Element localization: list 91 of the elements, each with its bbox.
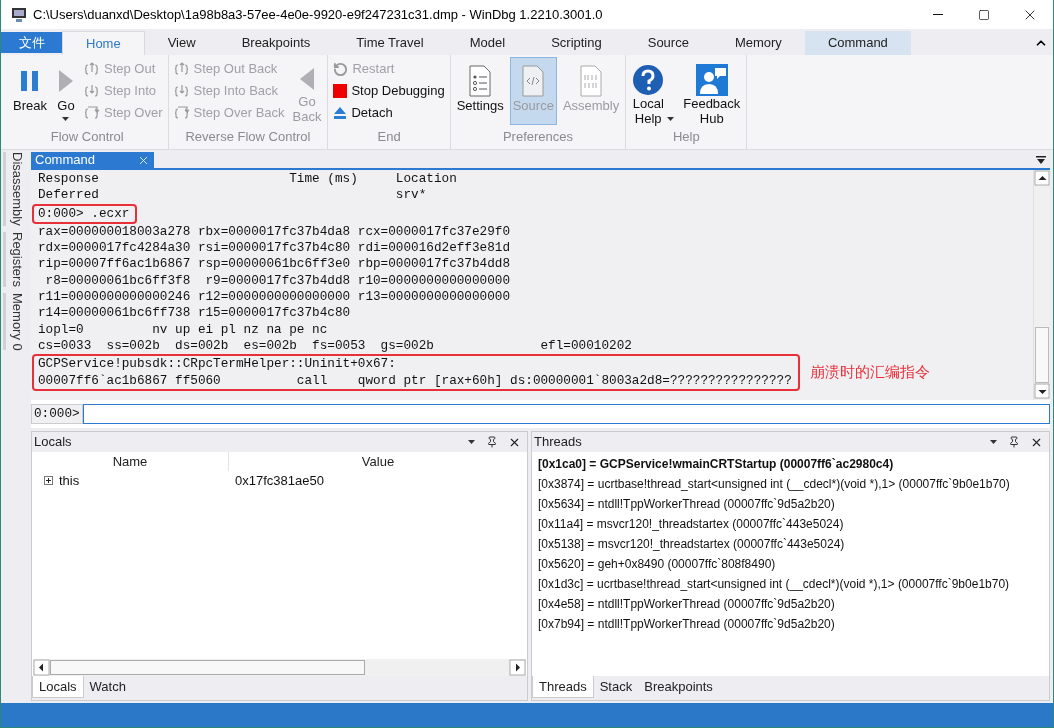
minimize-icon bbox=[933, 14, 943, 15]
step-icon bbox=[83, 83, 100, 99]
output-line: r8=00000061bc6ff3f8 r9=0000017fc37b4dd8 r10=0000000000000000 bbox=[44, 272, 512, 290]
app-icon bbox=[11, 6, 27, 23]
horizontal-scrollbar[interactable] bbox=[33, 659, 526, 676]
settings-document-icon bbox=[468, 65, 493, 97]
ribbon-group-label: Preferences bbox=[501, 128, 574, 146]
pin-icon bbox=[1008, 436, 1020, 448]
pane-title: Threads bbox=[534, 433, 583, 452]
output-line: r11=0000000000000246 r12=0000000000000000 r13=0000000000000000 bbox=[38, 289, 512, 306]
thread-item[interactable]: [0x5138] = msvcr120!_threadstartex (00007ffc`443e5024) bbox=[538, 534, 1049, 554]
ribbon-tab[interactable]: Memory bbox=[711, 31, 805, 55]
step-icon bbox=[173, 61, 190, 77]
pane-tab[interactable]: Locals bbox=[32, 676, 84, 698]
output-line: Deferred srv* bbox=[38, 187, 428, 204]
ribbon-button[interactable]: Go bbox=[52, 57, 79, 125]
column-header[interactable]: Name bbox=[32, 452, 229, 471]
table-cell-text: this bbox=[59, 471, 80, 490]
output-line: iopl=0 nv up ei pl nz na pe nc bbox=[38, 321, 329, 338]
output-line: 0:000> .ecxr bbox=[38, 205, 130, 222]
dropdown-caret-icon bbox=[62, 117, 70, 121]
help-icon bbox=[632, 64, 665, 96]
pause-icon bbox=[19, 69, 41, 93]
stop-icon bbox=[333, 84, 348, 98]
output-line: r14=00000061bc6ff738 r15=0000017fc37b4c80 bbox=[38, 305, 352, 322]
caret-icon bbox=[467, 440, 475, 444]
thread-item[interactable]: [0x1d3c] = ucrtbase!thread_start<unsigned int (__cdecl*)(void *),1> (00007ffc`9b0e1b70) bbox=[538, 574, 1049, 594]
pane-tab[interactable]: Watch bbox=[83, 676, 132, 698]
ribbon-group-label: Reverse Flow Control bbox=[184, 128, 312, 146]
file-tab[interactable]: 文件 bbox=[1, 32, 62, 53]
output-line: Response Time (ms) Location bbox=[38, 171, 458, 188]
ribbon-group-label: Flow Control bbox=[49, 128, 125, 146]
maximize-icon bbox=[978, 8, 990, 21]
ribbon-tab[interactable]: Scripting bbox=[528, 31, 625, 55]
ribbon-group-label: Help bbox=[671, 128, 701, 146]
vertical-scrollbar[interactable] bbox=[1033, 170, 1050, 400]
scroll-thumb[interactable] bbox=[1035, 327, 1049, 383]
pane-list-icon bbox=[1036, 155, 1046, 165]
thread-item[interactable]: [0x5634] = ntdll!TppWorkerThread (00007ffc`9d5a2b20) bbox=[538, 494, 1049, 514]
code-document-icon bbox=[521, 65, 546, 97]
step-icon bbox=[173, 105, 190, 121]
thread-item[interactable]: [0x4e58] = ntdll!TppWorkerThread (00007ffc`9d5a2b20) bbox=[538, 594, 1049, 614]
thread-item[interactable]: [0x1ca0] = GCPService!wmainCRTStartup (00007ff6`ac2980c4) bbox=[538, 454, 1049, 474]
output-line: 00007ff6`ac1b6867 ff5060 call qword ptr [rax+60h] ds:00000001`8003a2d8=???????????????? bbox=[38, 372, 792, 389]
restart-icon bbox=[333, 61, 349, 77]
ribbon-small-button[interactable]: Stop Debugging bbox=[331, 80, 447, 102]
dropdown-caret-icon bbox=[666, 117, 674, 121]
thread-item[interactable]: [0x7b94] = ntdll!TppWorkerThread (00007ffc`9d5a2b20) bbox=[538, 614, 1049, 634]
column-header[interactable]: Value bbox=[229, 452, 527, 471]
ribbon-button[interactable]: Local Help bbox=[629, 57, 678, 125]
step-icon bbox=[83, 105, 100, 121]
caret-icon bbox=[989, 440, 997, 444]
pane-title: Locals bbox=[34, 433, 73, 452]
ribbon-tab[interactable]: Model bbox=[446, 31, 529, 55]
document-tab-label: Command bbox=[35, 151, 96, 170]
command-prompt: 0:000> bbox=[31, 404, 83, 424]
feedback-person-icon bbox=[695, 64, 728, 96]
ribbon-tab[interactable]: View bbox=[144, 31, 219, 55]
thread-item[interactable]: [0x3874] = ucrtbase!thread_start<unsigned int (__cdecl*)(void *),1> (00007ffc`9b0e1b70) bbox=[538, 474, 1049, 494]
ribbon-button[interactable]: Feedback Hub bbox=[680, 57, 744, 125]
ribbon-tab[interactable]: Time Travel bbox=[333, 31, 447, 55]
output-line: rdx=0000017fc4284a30 rsi=0000017fc37b4c80 rdi=000016d2eff3e81d bbox=[38, 240, 512, 257]
pin-icon bbox=[486, 436, 498, 448]
binary-document-icon bbox=[579, 65, 604, 97]
ribbon-tab[interactable]: Source bbox=[624, 31, 712, 55]
ribbon-small-button[interactable]: Detach bbox=[331, 102, 447, 124]
step-icon bbox=[83, 61, 100, 77]
output-line: rax=000000018003a278 rbx=0000017fc37b4da8 rcx=0000017fc37e29f0 bbox=[38, 223, 512, 241]
ribbon-tab[interactable]: Breakpoints bbox=[218, 31, 334, 55]
ribbon-group-label: End bbox=[376, 128, 402, 146]
window-title: C:\Users\duanxd\Desktop\1a98b8a3-57ee-4e0e-9920-e9f247231c31.dmp - WinDbg 1.2210.3001.0 bbox=[33, 5, 604, 24]
thread-item[interactable]: [0x5620] = geh+0x8490 (00007ffc`808f8490) bbox=[538, 554, 1049, 574]
thread-item[interactable]: [0x11a4] = msvcr120!_threadstartex (00007ffc`443e5024) bbox=[538, 514, 1049, 534]
scroll-thumb[interactable] bbox=[50, 660, 365, 675]
pane-tab[interactable]: Threads bbox=[532, 676, 594, 698]
ribbon-button[interactable]: Break bbox=[10, 57, 50, 125]
output-line: cs=0033 ss=002b ds=002b es=002b fs=0053 gs=002b efl=00010202 bbox=[38, 337, 633, 355]
pane-tab[interactable]: Stack bbox=[593, 676, 639, 698]
scroll-up-icon bbox=[1034, 170, 1051, 187]
ribbon-tab[interactable]: Command bbox=[804, 31, 911, 55]
output-line: rip=00007ff6ac1b6867 rsp=00000061bc6ff3e0 rbp=0000017fc37b4dd8 bbox=[38, 256, 512, 273]
eject-icon bbox=[333, 106, 348, 120]
step-icon bbox=[173, 83, 190, 99]
table-cell-text: 0x17fc381ae50 bbox=[234, 471, 324, 490]
command-input-field[interactable] bbox=[82, 404, 1050, 424]
ribbon-tab[interactable]: Home bbox=[62, 31, 145, 55]
pane-tab[interactable]: Breakpoints bbox=[638, 676, 719, 698]
output-line: GCPService!pubsdk::CRpcTermHelper::Uninit+0x67: bbox=[38, 356, 397, 373]
document-tab[interactable]: Command bbox=[31, 152, 154, 168]
annotation-note: 崩溃时的汇编指令 bbox=[809, 364, 930, 381]
ribbon-button[interactable]: Settings bbox=[453, 57, 507, 125]
